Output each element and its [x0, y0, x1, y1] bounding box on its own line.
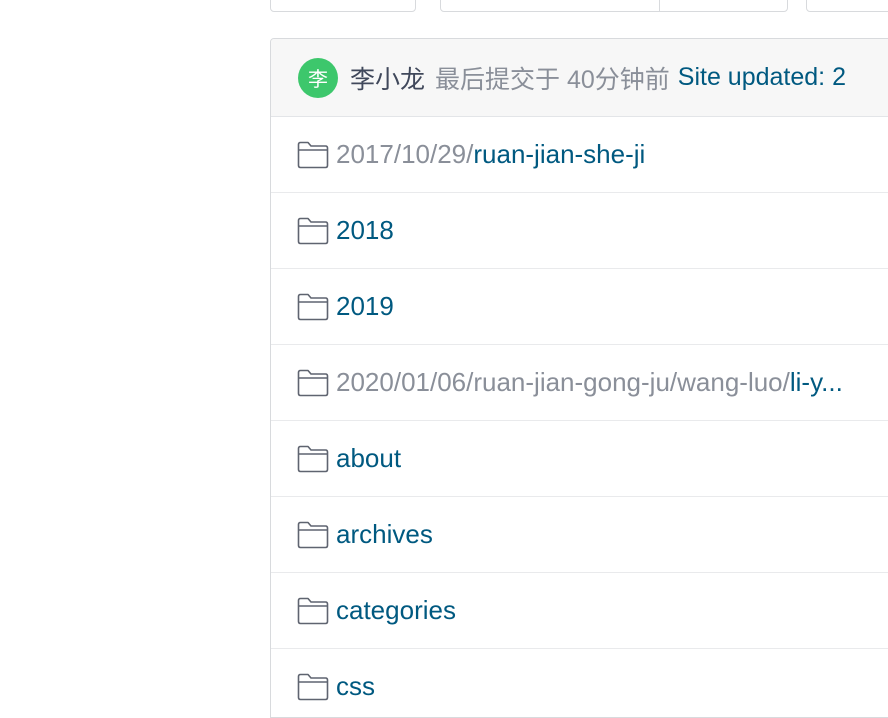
folder-link[interactable]: about [336, 443, 401, 473]
file-row[interactable]: archives [271, 497, 888, 573]
latest-commit-bar: 李 李小龙 最后提交于 40分钟前 Site updated: 2 [271, 39, 888, 117]
file-path: 2017/10/29/ruan-jian-she-ji [336, 139, 645, 170]
path-prefix[interactable]: 2017/10/29/ [336, 139, 473, 169]
folder-icon [297, 293, 329, 321]
top-button-3[interactable] [659, 0, 788, 12]
commit-message-link[interactable]: Site updated: 2 [678, 63, 846, 92]
folder-link[interactable]: li-y... [790, 367, 843, 397]
folder-link[interactable]: ruan-jian-she-ji [473, 139, 645, 169]
folder-link[interactable]: 2018 [336, 215, 394, 245]
file-row[interactable]: about [271, 421, 888, 497]
file-row[interactable]: css [271, 649, 888, 717]
folder-icon [297, 673, 329, 701]
file-row[interactable]: 2018 [271, 193, 888, 269]
file-path: 2018 [336, 215, 394, 246]
folder-link[interactable]: categories [336, 595, 456, 625]
file-path: about [336, 443, 401, 474]
file-path: 2019 [336, 291, 394, 322]
file-row[interactable]: 2017/10/29/ruan-jian-she-ji [271, 117, 888, 193]
folder-icon [297, 217, 329, 245]
commit-time: 最后提交于 40分钟前 [435, 65, 670, 94]
path-prefix[interactable]: 2020/01/06/ruan-jian-gong-ju/wang-luo/ [336, 367, 790, 397]
file-row[interactable]: 2020/01/06/ruan-jian-gong-ju/wang-luo/li… [271, 345, 888, 421]
file-row[interactable]: 2019 [271, 269, 888, 345]
top-button-1[interactable] [270, 0, 416, 12]
commit-author[interactable]: 李小龙 [350, 60, 425, 96]
author-avatar[interactable]: 李 [298, 57, 338, 98]
folder-icon [297, 369, 329, 397]
folder-icon [297, 445, 329, 473]
file-path: 2020/01/06/ruan-jian-gong-ju/wang-luo/li… [336, 367, 843, 398]
folder-link[interactable]: 2019 [336, 291, 394, 321]
file-list-panel: 李 李小龙 最后提交于 40分钟前 Site updated: 2 2017/1… [270, 38, 888, 718]
folder-icon [297, 521, 329, 549]
file-path: archives [336, 519, 433, 550]
top-button-4[interactable] [806, 0, 888, 12]
file-row[interactable]: categories [271, 573, 888, 649]
folder-icon [297, 141, 329, 169]
top-button-2[interactable] [440, 0, 660, 12]
folder-icon [297, 597, 329, 625]
file-path: css [336, 671, 375, 702]
file-path: categories [336, 595, 456, 626]
file-list: 2017/10/29/ruan-jian-she-ji 2018 2019 20… [271, 117, 888, 717]
folder-link[interactable]: archives [336, 519, 433, 549]
folder-link[interactable]: css [336, 671, 375, 701]
